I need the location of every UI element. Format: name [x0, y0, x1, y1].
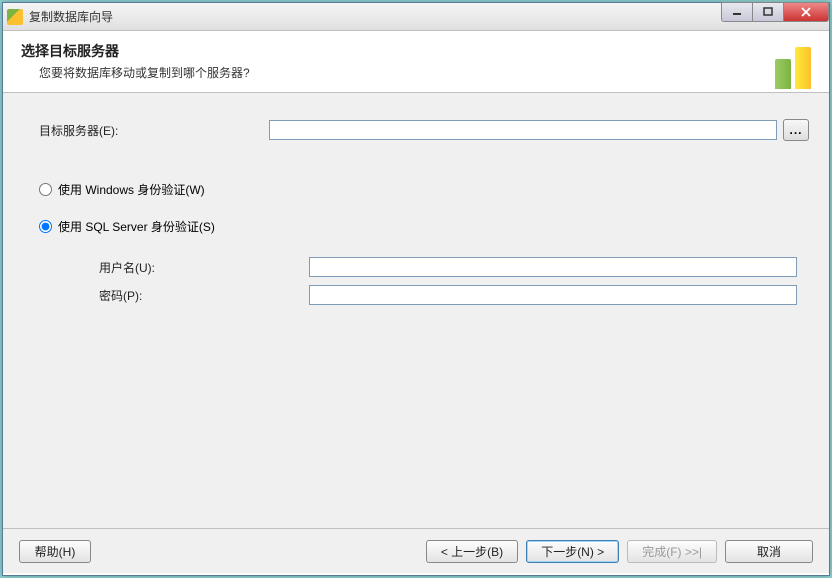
auth-sql-label[interactable]: 使用 SQL Server 身份验证(S): [58, 218, 215, 235]
window-controls: [722, 2, 829, 22]
auth-windows-label[interactable]: 使用 Windows 身份验证(W): [58, 181, 205, 198]
finish-button: 完成(F) >>|: [627, 540, 717, 563]
maximize-button[interactable]: [752, 2, 784, 22]
page-subtitle: 您要将数据库移动或复制到哪个服务器?: [39, 64, 811, 81]
auth-windows-radio[interactable]: [39, 183, 52, 196]
help-button[interactable]: 帮助(H): [19, 540, 91, 563]
browse-server-button[interactable]: ...: [783, 119, 809, 141]
auth-sql-row: 使用 SQL Server 身份验证(S): [39, 218, 809, 235]
titlebar[interactable]: 复制数据库向导: [3, 3, 829, 31]
back-button[interactable]: < 上一步(B): [426, 540, 518, 563]
dest-server-row: 目标服务器(E): ...: [39, 119, 809, 141]
minimize-button[interactable]: [721, 2, 753, 22]
username-label: 用户名(U):: [99, 259, 309, 276]
next-button[interactable]: 下一步(N) >: [526, 540, 619, 563]
password-label: 密码(P):: [99, 287, 309, 304]
dest-server-label: 目标服务器(E):: [39, 122, 269, 139]
app-icon: [7, 9, 23, 25]
wizard-header: 选择目标服务器 您要将数据库移动或复制到哪个服务器?: [3, 31, 829, 93]
page-title: 选择目标服务器: [21, 41, 811, 61]
decor-bar-yellow: [795, 47, 811, 89]
username-row: 用户名(U):: [99, 257, 809, 277]
password-input[interactable]: [309, 285, 797, 305]
auth-sql-radio[interactable]: [39, 220, 52, 233]
wizard-footer: 帮助(H) < 上一步(B) 下一步(N) > 完成(F) >>| 取消: [3, 529, 829, 573]
wizard-content: 目标服务器(E): ... 使用 Windows 身份验证(W) 使用 SQL …: [3, 93, 829, 529]
username-input[interactable]: [309, 257, 797, 277]
credentials-section: 用户名(U): 密码(P):: [99, 257, 809, 305]
decor-bar-green: [775, 59, 791, 89]
minimize-icon: [732, 7, 742, 17]
window-title: 复制数据库向导: [29, 8, 825, 25]
close-button[interactable]: [783, 2, 829, 22]
maximize-icon: [763, 7, 773, 17]
cancel-button[interactable]: 取消: [725, 540, 813, 563]
password-row: 密码(P):: [99, 285, 809, 305]
dest-server-input[interactable]: [269, 120, 777, 140]
close-icon: [801, 7, 811, 17]
header-graphic: [769, 39, 819, 89]
auth-windows-row: 使用 Windows 身份验证(W): [39, 181, 809, 198]
wizard-window: 复制数据库向导 选择目标服务器 您要将数据库移动或复制到哪个服务器? 目标服务器…: [2, 2, 830, 576]
